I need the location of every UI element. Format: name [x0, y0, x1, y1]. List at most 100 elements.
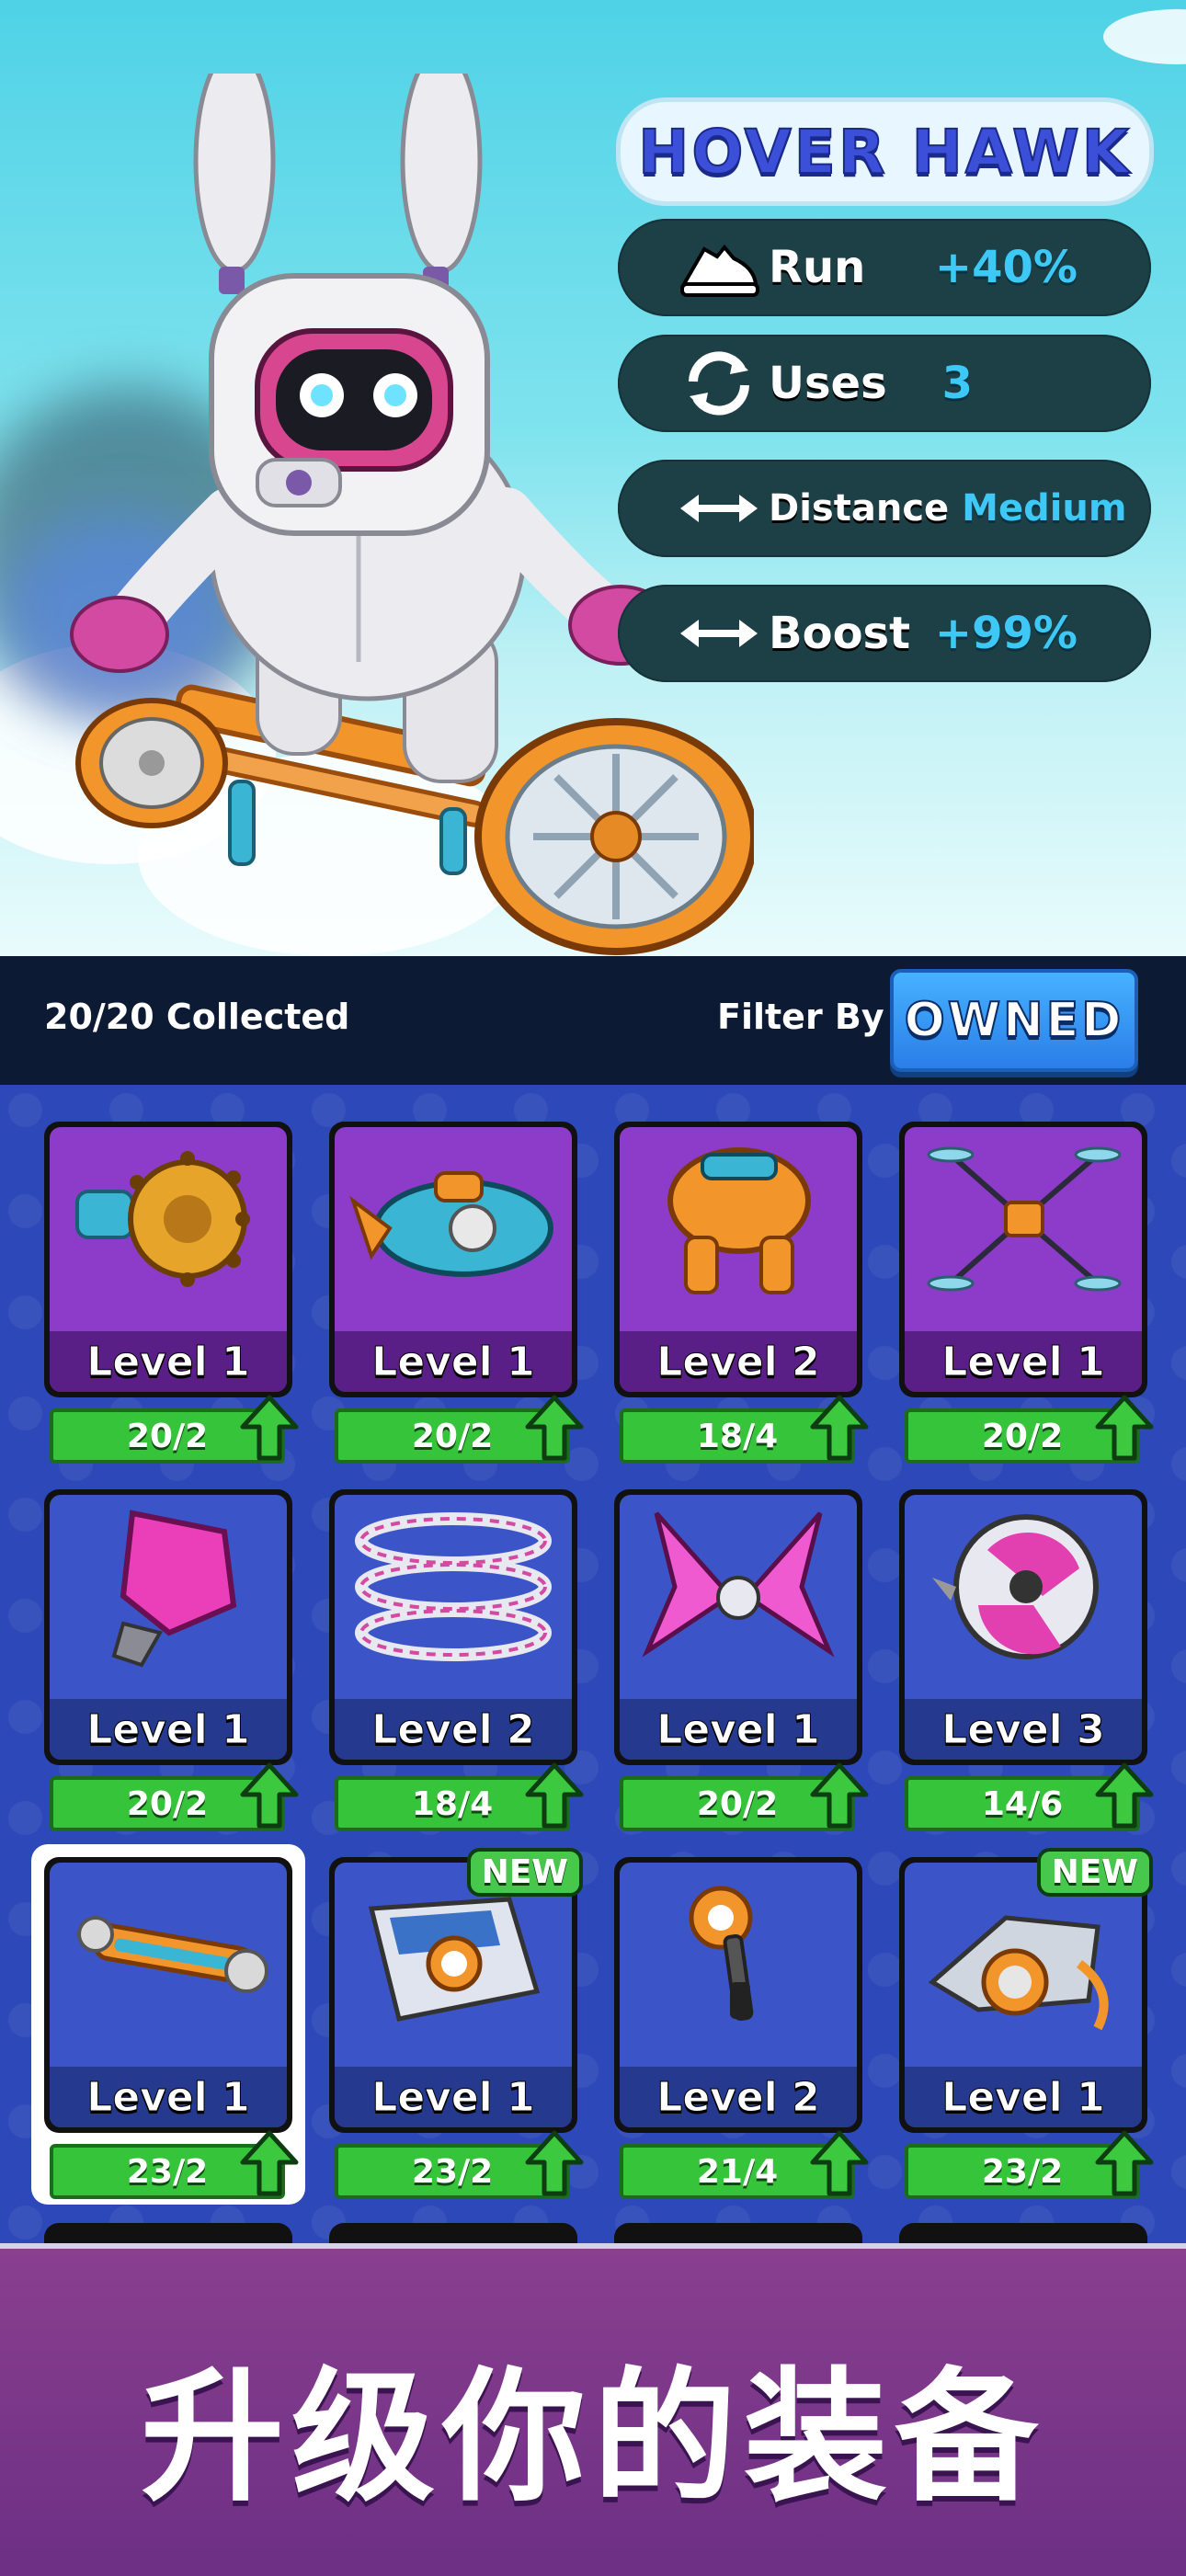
equipment-card[interactable]: Level 2 18/4 — [614, 1122, 869, 1464]
collection-header: 20/20 Collected Filter By : OWNED — [0, 956, 1186, 1085]
level-label: Level 2 — [656, 2073, 820, 2121]
equipment-card-selected[interactable]: Level 1 23/2 — [31, 1844, 305, 2205]
level-label: Level 1 — [941, 1338, 1105, 1385]
double-arrow-icon — [673, 587, 765, 679]
upgrade-arrow-icon[interactable] — [809, 2129, 870, 2197]
progress-text: 20/2 — [981, 1417, 1064, 1455]
equipment-card[interactable]: Level 1 20/2 — [899, 1122, 1154, 1464]
level-band: Level 1 — [335, 2067, 572, 2127]
upgrade-arrow-icon[interactable] — [1094, 2129, 1155, 2197]
new-badge-label: NEW — [481, 1853, 568, 1891]
level-band: Level 1 — [905, 1331, 1142, 1392]
level-label: Level 3 — [941, 1705, 1105, 1753]
cloud — [1103, 9, 1186, 64]
filter-button-label: OWNED — [904, 992, 1124, 1049]
promo-banner: 升级你的装备 — [0, 2243, 1186, 2576]
level-band: Level 2 — [335, 1699, 572, 1760]
hero-panel: HOVER HAWK Run +40% Uses 3 Distance Medi… — [0, 0, 1186, 956]
upgrade-arrow-icon[interactable] — [809, 1761, 870, 1829]
pink-orb-icon — [932, 1514, 1099, 1659]
pink-wings-icon — [642, 1511, 835, 1658]
item-title: HOVER HAWK — [637, 116, 1132, 188]
progress-text: 23/2 — [411, 2152, 494, 2191]
level-band: Level 1 — [50, 1331, 287, 1392]
level-label: Level 1 — [86, 2073, 250, 2121]
progress-text: 20/2 — [126, 1417, 209, 1455]
progress-text: 20/2 — [126, 1784, 209, 1823]
stat-distance: Distance Medium — [618, 460, 1151, 557]
refresh-icon — [673, 337, 765, 429]
level-label: Level 1 — [371, 1338, 535, 1385]
upgrade-arrow-icon[interactable] — [809, 1394, 870, 1462]
stat-run-label: Run — [769, 242, 866, 293]
progress-text: 18/4 — [411, 1784, 494, 1823]
equipment-card[interactable]: Level 1 20/2 — [614, 1489, 869, 1831]
upgrade-arrow-icon[interactable] — [1094, 1394, 1155, 1462]
level-label: Level 1 — [656, 1705, 820, 1753]
hover-board-icon — [77, 1916, 268, 1993]
upgrade-arrow-icon[interactable] — [524, 2129, 585, 2197]
new-badge: NEW — [1036, 1848, 1153, 1897]
orange-mech-icon — [667, 1147, 811, 1294]
new-badge-label: NEW — [1051, 1853, 1138, 1891]
spiked-drum-icon — [75, 1151, 250, 1287]
progress-text: 23/2 — [981, 2152, 1064, 2191]
equipment-card[interactable]: Level 2 18/4 — [329, 1489, 584, 1831]
upgrade-arrow-icon[interactable] — [524, 1394, 585, 1462]
level-label: Level 1 — [86, 1705, 250, 1753]
blue-rocket-icon — [349, 1171, 553, 1277]
progress-text: 21/4 — [696, 2152, 779, 2191]
spring-icon — [355, 1512, 552, 1661]
stat-run: Run +40% — [618, 219, 1151, 316]
upgrade-arrow-icon[interactable] — [524, 1761, 585, 1829]
new-badge: NEW — [466, 1848, 583, 1897]
shoe-icon — [673, 222, 765, 313]
progress-text: 20/2 — [411, 1417, 494, 1455]
stat-distance-label: Distance — [769, 487, 950, 530]
blaster-icon — [689, 1886, 754, 2022]
level-band: Level 3 — [905, 1699, 1142, 1760]
stat-boost-label: Boost — [769, 608, 911, 659]
level-label: Level 1 — [371, 2073, 535, 2121]
level-band: Level 1 — [50, 2067, 287, 2127]
collected-count: 20/20 Collected — [44, 997, 350, 1037]
level-band: Level 2 — [620, 1331, 857, 1392]
equipment-card[interactable]: Level 3 14/6 — [899, 1489, 1154, 1831]
equipment-card[interactable]: NEW Level 1 23/2 — [329, 1848, 584, 2199]
filter-owned-button[interactable]: OWNED — [890, 969, 1138, 1072]
stat-run-value: +40% — [934, 242, 1078, 293]
equipment-card[interactable]: Level 1 20/2 — [44, 1122, 299, 1464]
level-label: Level 2 — [371, 1705, 535, 1753]
level-band: Level 1 — [620, 1699, 857, 1760]
equipment-grid: Level 1 20/2 Level 1 20/2 Level 2 18/4 L… — [0, 1085, 1186, 2243]
stats-panel: HOVER HAWK Run +40% Uses 3 Distance Medi… — [616, 97, 1154, 682]
banner-caption: 升级你的装备 — [141, 2354, 1045, 2521]
upgrade-arrow-icon[interactable] — [1094, 1761, 1155, 1829]
equipment-card[interactable]: Level 1 20/2 — [44, 1489, 299, 1831]
filter-label: Filter By : — [717, 997, 911, 1037]
level-label: Level 1 — [86, 1338, 250, 1385]
upgrade-arrow-icon[interactable] — [239, 1761, 300, 1829]
level-band: Level 1 — [335, 1331, 572, 1392]
progress-text: 18/4 — [696, 1417, 779, 1455]
level-band: Level 1 — [50, 1699, 287, 1760]
double-arrow-icon — [673, 462, 765, 554]
progress-text: 14/6 — [981, 1784, 1064, 1823]
level-label: Level 2 — [656, 1338, 820, 1385]
equipment-card[interactable]: Level 1 20/2 — [329, 1122, 584, 1464]
level-band: Level 2 — [620, 2067, 857, 2127]
drone-icon — [927, 1146, 1122, 1292]
stat-boost: Boost +99% — [618, 585, 1151, 682]
stat-uses-label: Uses — [769, 358, 887, 409]
progress-text: 23/2 — [126, 2152, 209, 2191]
stat-uses: Uses 3 — [618, 335, 1151, 432]
level-label: Level 1 — [941, 2073, 1105, 2121]
stat-boost-value: +99% — [934, 608, 1078, 659]
equipment-card[interactable]: Level 2 21/4 — [614, 1857, 869, 2199]
upgrade-arrow-icon[interactable] — [239, 1394, 300, 1462]
item-title-pill: HOVER HAWK — [616, 97, 1154, 206]
upgrade-arrow-icon[interactable] — [239, 2129, 300, 2197]
equipment-card[interactable]: NEW Level 1 23/2 — [899, 1848, 1154, 2199]
level-band: Level 1 — [905, 2067, 1142, 2127]
progress-text: 20/2 — [696, 1784, 779, 1823]
